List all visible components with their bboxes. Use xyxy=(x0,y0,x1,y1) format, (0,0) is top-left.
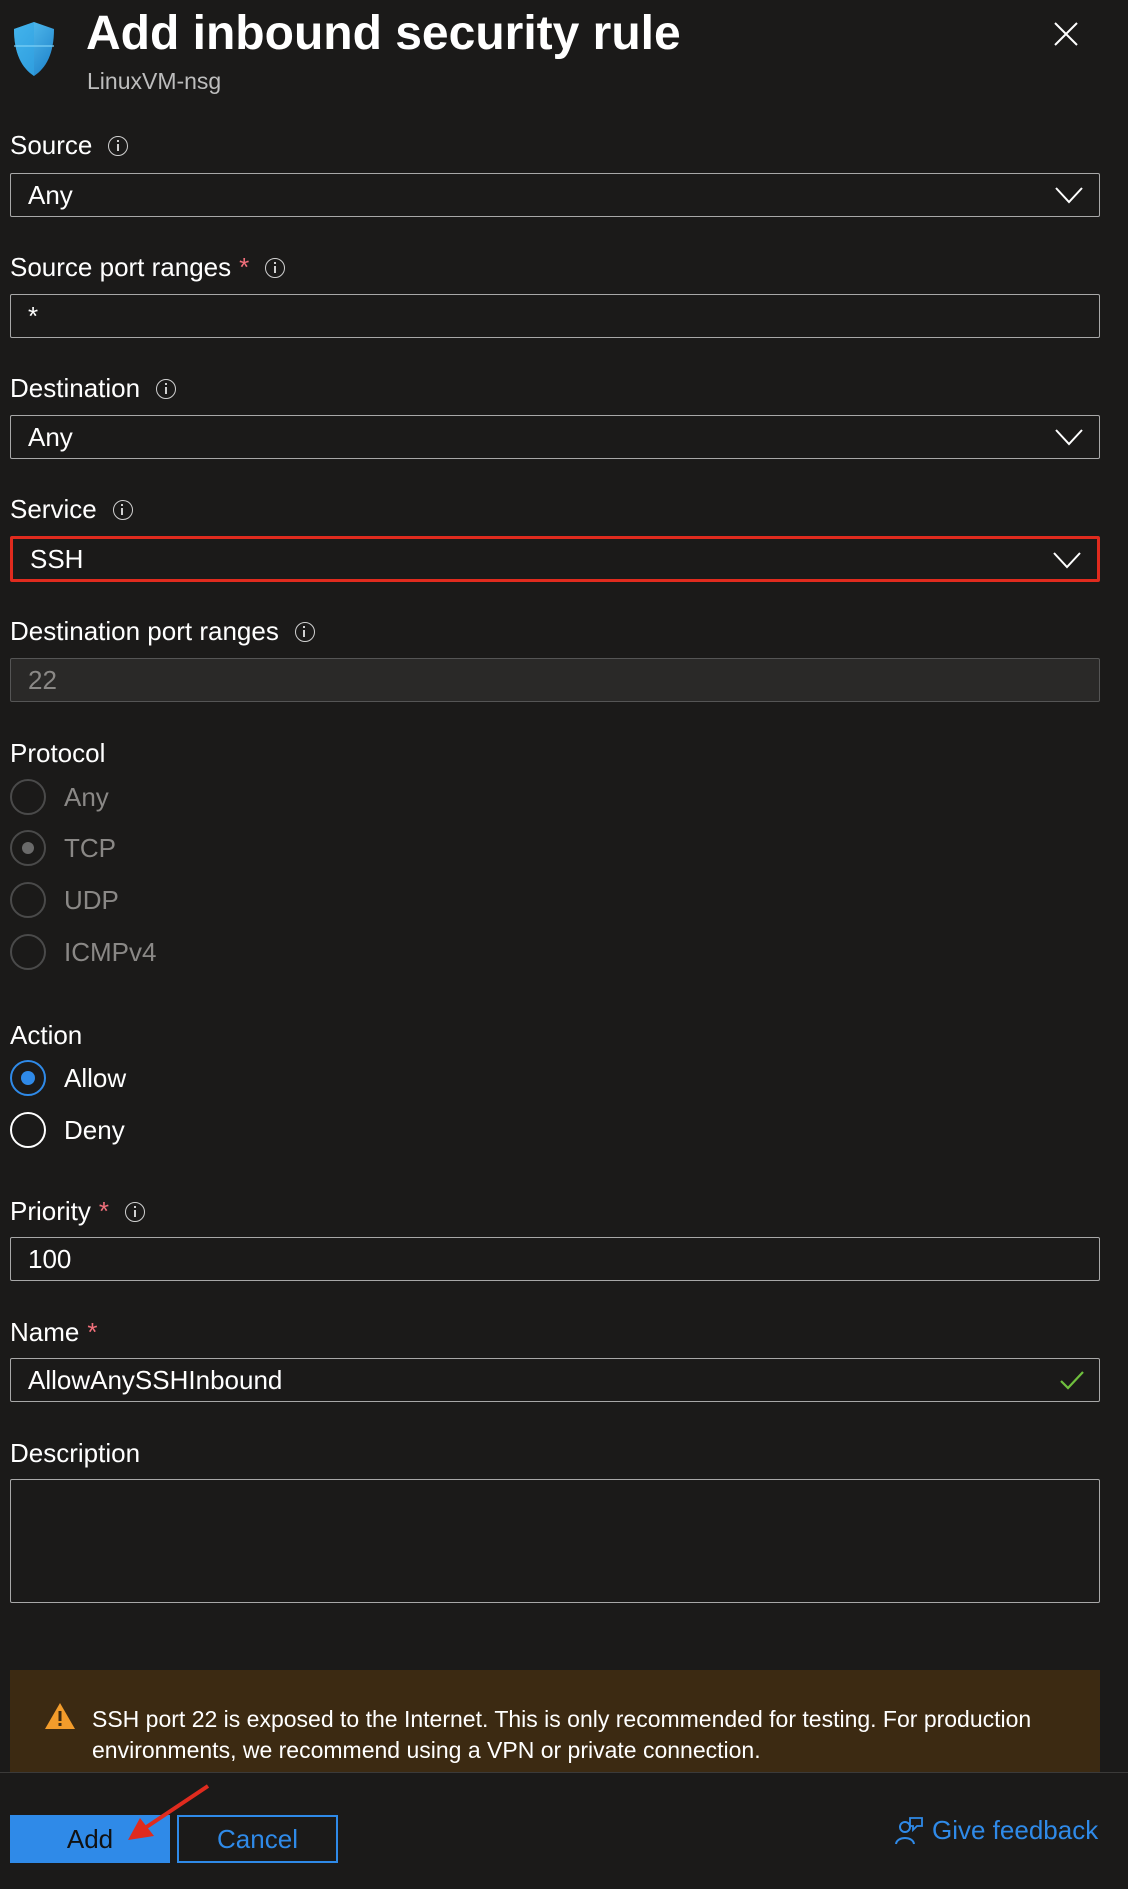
description-textarea[interactable] xyxy=(10,1479,1100,1603)
info-icon[interactable] xyxy=(156,378,177,399)
protocol-option-tcp: TCP xyxy=(10,830,116,866)
destination-label: Destination xyxy=(10,373,177,404)
priority-label: Priority * xyxy=(10,1196,146,1227)
info-icon[interactable] xyxy=(112,499,133,520)
page-subtitle: LinuxVM-nsg xyxy=(87,68,222,94)
radio-button xyxy=(10,779,46,815)
protocol-label: Protocol xyxy=(10,738,106,768)
page-title: Add inbound security rule xyxy=(86,7,681,60)
action-option-deny[interactable]: Deny xyxy=(10,1112,125,1148)
name-label: Name * xyxy=(10,1317,98,1347)
protocol-option-icmpv4: ICMPv4 xyxy=(10,934,156,970)
required-marker: * xyxy=(239,252,250,282)
radio-button xyxy=(10,882,46,918)
required-marker: * xyxy=(98,1196,110,1226)
warning-banner: SSH port 22 is exposed to the Internet. … xyxy=(10,1670,1100,1774)
protocol-option-udp: UDP xyxy=(10,882,119,918)
annotation-arrow xyxy=(128,1784,210,1840)
source-port-ranges-label: Source port ranges * xyxy=(10,252,286,283)
info-icon[interactable] xyxy=(294,621,315,642)
warning-text: SSH port 22 is exposed to the Internet. … xyxy=(92,1706,1032,1763)
action-label: Action xyxy=(10,1020,83,1050)
destination-port-ranges-label: Destination port ranges xyxy=(10,616,315,647)
info-icon[interactable] xyxy=(108,135,129,156)
checkmark-icon xyxy=(1060,1371,1084,1390)
radio-button xyxy=(10,830,46,866)
shield-icon xyxy=(14,22,54,76)
destination-port-ranges-input: 22 xyxy=(10,658,1100,702)
warning-icon xyxy=(45,1703,75,1729)
feedback-person-icon xyxy=(895,1816,923,1844)
service-select[interactable]: SSH xyxy=(10,536,1100,582)
info-icon[interactable] xyxy=(265,257,286,278)
source-label: Source xyxy=(10,130,129,161)
chevron-down-icon xyxy=(1053,552,1081,569)
close-icon[interactable] xyxy=(1050,18,1082,50)
protocol-option-any: Any xyxy=(10,779,109,815)
info-icon[interactable] xyxy=(125,1201,146,1222)
radio-button[interactable] xyxy=(10,1112,46,1148)
name-input[interactable]: AllowAnySSHInbound xyxy=(10,1358,1100,1402)
radio-button[interactable] xyxy=(10,1060,46,1096)
source-port-ranges-input[interactable]: * xyxy=(10,294,1100,338)
priority-input[interactable]: 100 xyxy=(10,1237,1100,1281)
destination-select[interactable]: Any xyxy=(10,415,1100,459)
service-label: Service xyxy=(10,494,133,525)
radio-button xyxy=(10,934,46,970)
required-marker: * xyxy=(87,1317,98,1347)
chevron-down-icon xyxy=(1055,429,1083,446)
source-select[interactable]: Any xyxy=(10,173,1100,217)
action-option-allow[interactable]: Allow xyxy=(10,1060,126,1096)
chevron-down-icon xyxy=(1055,187,1083,204)
description-label: Description xyxy=(10,1438,141,1468)
give-feedback-link[interactable]: Give feedback xyxy=(894,1815,1098,1846)
